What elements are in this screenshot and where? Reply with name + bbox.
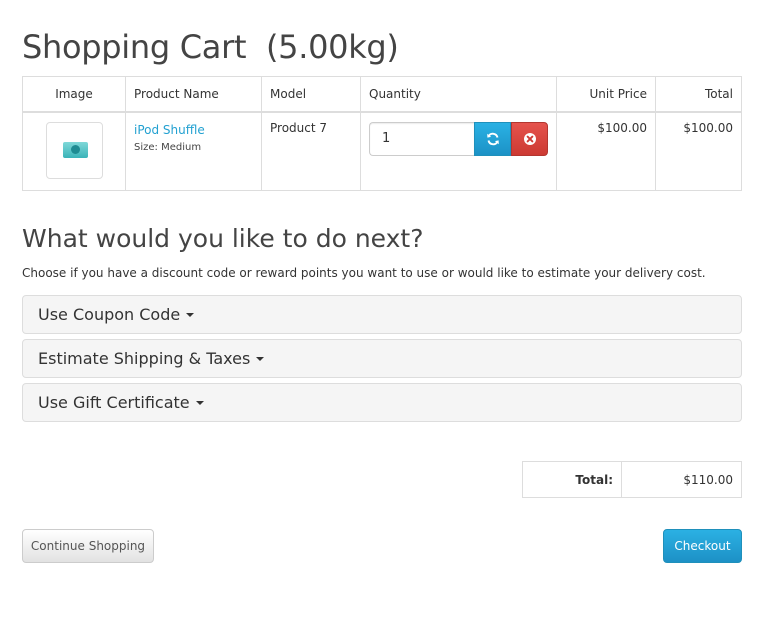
cell-total: $100.00 xyxy=(655,111,742,191)
coupon-code-panel-label: Use Coupon Code xyxy=(38,305,181,324)
cell-unit-price: $100.00 xyxy=(556,111,656,191)
estimate-shipping-panel-label: Estimate Shipping & Taxes xyxy=(38,349,251,368)
next-steps-heading: What would you like to do next? xyxy=(22,224,424,253)
totals-row: Total: $110.00 xyxy=(522,461,742,498)
totals-table: Total: $110.00 xyxy=(522,461,742,498)
checkout-button[interactable]: Checkout xyxy=(663,529,742,563)
quantity-input[interactable] xyxy=(369,121,474,156)
remove-item-button[interactable] xyxy=(511,121,548,156)
table-row: iPod Shuffle Size: Medium Product 7 1 $1… xyxy=(22,111,742,191)
gift-certificate-panel-label: Use Gift Certificate xyxy=(38,393,190,412)
header-image: Image xyxy=(22,76,126,113)
total-value: $110.00 xyxy=(621,461,742,498)
cell-image xyxy=(22,111,126,191)
remove-circle-icon xyxy=(523,132,536,145)
cell-quantity xyxy=(360,111,557,191)
page-title: Shopping Cart (5.00kg) xyxy=(22,28,399,66)
next-steps-description: Choose if you have a discount code or re… xyxy=(22,266,706,280)
refresh-icon xyxy=(486,132,499,145)
header-model: Model xyxy=(261,76,361,113)
cart-table-header: Image Product Name Model Quantity Unit P… xyxy=(22,76,742,113)
update-quantity-button[interactable] xyxy=(474,121,511,156)
caret-down-icon xyxy=(256,356,265,361)
gift-certificate-panel[interactable]: Use Gift Certificate xyxy=(22,383,742,422)
cell-model: Product 7 xyxy=(261,111,361,191)
ipod-shuffle-thumbnail-icon xyxy=(62,141,88,158)
product-name-link[interactable]: iPod Shuffle xyxy=(134,123,205,137)
product-option: Size: Medium xyxy=(134,141,202,153)
header-quantity: Quantity xyxy=(360,76,557,113)
header-total: Total xyxy=(655,76,742,113)
total-label: Total: xyxy=(522,461,622,498)
caret-down-icon xyxy=(195,400,204,405)
coupon-code-panel[interactable]: Use Coupon Code xyxy=(22,295,742,334)
header-product-name: Product Name xyxy=(125,76,262,113)
cell-product-name: iPod Shuffle Size: Medium xyxy=(125,111,262,191)
header-unit-price: Unit Price xyxy=(556,76,656,113)
product-thumbnail-link[interactable] xyxy=(45,121,103,179)
quantity-group xyxy=(369,121,548,156)
cart-table: Image Product Name Model Quantity Unit P… xyxy=(22,76,742,191)
caret-down-icon xyxy=(186,312,195,317)
continue-shopping-button[interactable]: Continue Shopping xyxy=(22,529,154,563)
estimate-shipping-panel[interactable]: Estimate Shipping & Taxes xyxy=(22,339,742,378)
